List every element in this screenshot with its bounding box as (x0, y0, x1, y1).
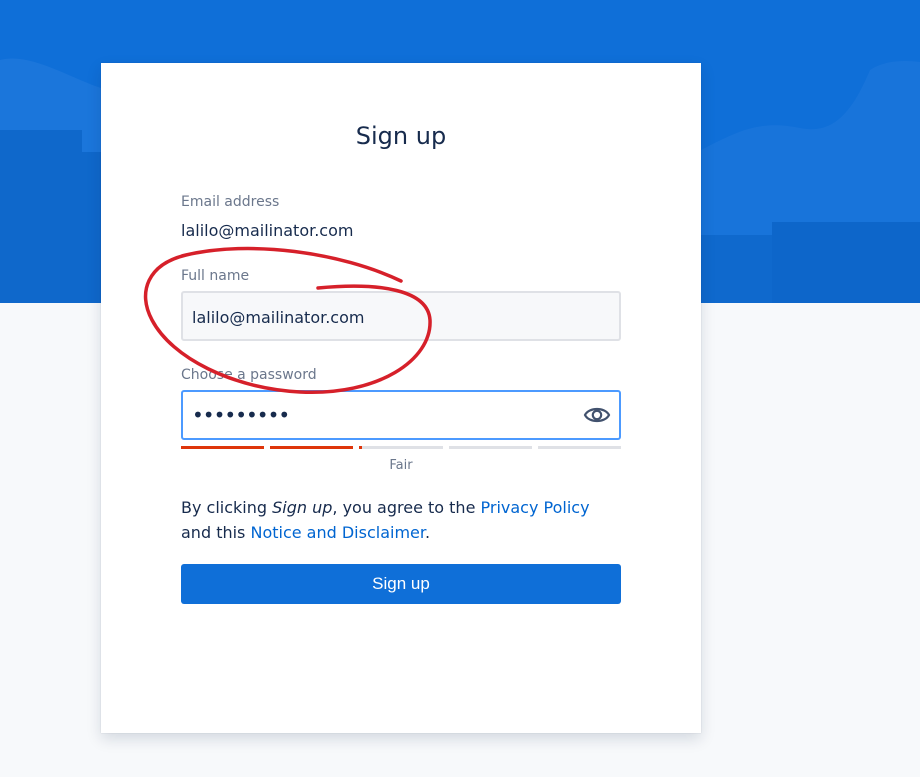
email-value: lalilo@mailinator.com (181, 221, 354, 240)
email-label: Email address (181, 194, 280, 210)
terms-suffix: . (425, 523, 431, 542)
page-title: Sign up (355, 122, 447, 150)
strength-segment (270, 446, 354, 449)
privacy-policy-link[interactable]: Privacy Policy (481, 498, 590, 517)
terms-text: By clicking Sign up, you agree to the Pr… (181, 495, 621, 545)
strength-segment (359, 446, 443, 449)
fullname-label: Full name (181, 268, 250, 284)
password-field-value: ••••••••• (192, 403, 290, 427)
password-field[interactable]: ••••••••• (181, 390, 621, 440)
signup-button[interactable]: Sign up (181, 564, 621, 604)
strength-segment (181, 446, 265, 449)
terms-action: Sign up (272, 498, 333, 517)
signup-card: Sign up Email address lalilo@mailinator.… (101, 63, 701, 733)
eye-icon[interactable] (583, 403, 611, 427)
strength-segment (537, 446, 621, 449)
password-strength-label: Fair (389, 458, 413, 473)
fullname-field-value: lalilo@mailinator.com (192, 308, 365, 327)
terms-middle: , you agree to the (332, 498, 481, 517)
terms-prefix: By clicking (181, 498, 273, 517)
fullname-field[interactable]: lalilo@mailinator.com (181, 291, 621, 341)
password-label: Choose a password (181, 367, 317, 383)
terms-joiner: and this (181, 523, 251, 542)
strength-segment (448, 446, 532, 449)
strength-segment-partial (359, 446, 363, 449)
password-strength-meter (181, 446, 621, 449)
notice-disclaimer-link[interactable]: Notice and Disclaimer (250, 523, 425, 542)
